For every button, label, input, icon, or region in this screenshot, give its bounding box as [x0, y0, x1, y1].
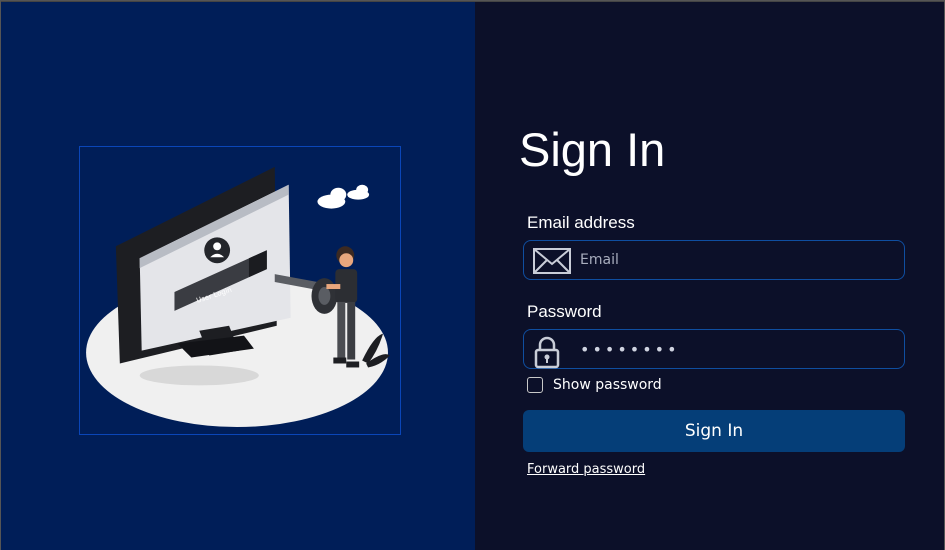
login-illustration: User Login: [79, 146, 401, 435]
show-password-row[interactable]: Show password: [527, 377, 662, 393]
app-window: User Login Sign In Email address Email P…: [0, 0, 945, 550]
page-title: Sign In: [519, 123, 666, 176]
forward-password-link[interactable]: Forward password: [527, 462, 645, 477]
show-password-label[interactable]: Show password: [553, 377, 662, 393]
cloud-icon: [317, 184, 370, 209]
signin-panel: Sign In Email address Password: [475, 1, 944, 550]
illustration-panel: User Login: [1, 1, 475, 550]
email-field[interactable]: [523, 240, 905, 280]
lock-icon: [532, 335, 562, 373]
email-input[interactable]: [580, 248, 890, 272]
envelope-icon: [532, 246, 572, 280]
show-password-checkbox[interactable]: [527, 377, 543, 393]
password-label: Password: [527, 302, 602, 321]
password-input[interactable]: [580, 337, 890, 361]
password-field[interactable]: [523, 329, 905, 369]
sign-in-button[interactable]: Sign In: [523, 410, 905, 452]
email-label: Email address: [527, 213, 635, 232]
